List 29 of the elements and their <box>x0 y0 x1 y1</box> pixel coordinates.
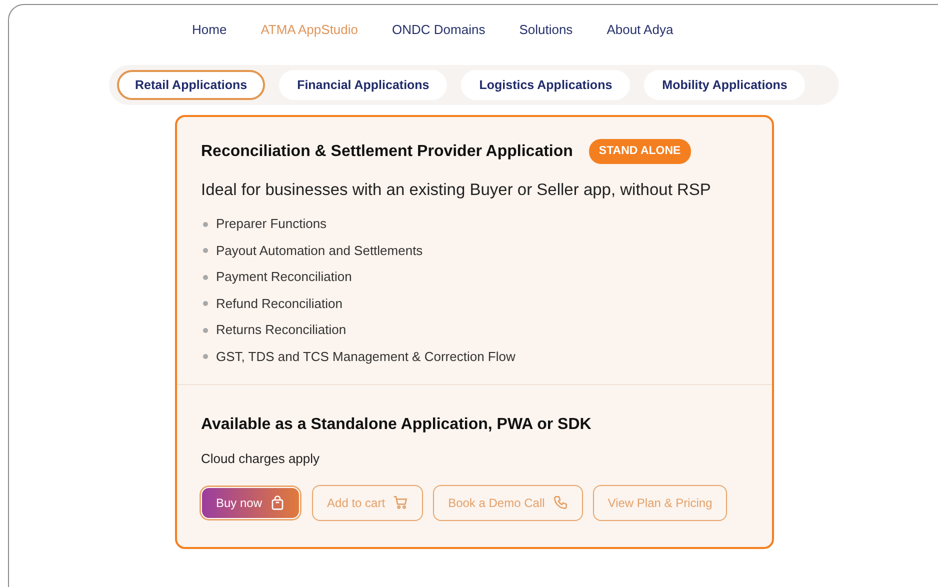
category-tab[interactable]: Logistics Applications <box>461 70 630 100</box>
bullet-icon <box>203 301 208 306</box>
feature-item: Payout Automation and Settlements <box>216 242 423 260</box>
action-button[interactable]: Buy now <box>201 486 300 518</box>
feature-item: Payment Reconciliation <box>216 268 352 286</box>
category-tab[interactable]: Mobility Applications <box>644 70 806 100</box>
category-tab[interactable]: Retail Applications <box>117 70 266 100</box>
cart-icon <box>393 495 408 510</box>
feature-item: Returns Reconciliation <box>216 321 346 339</box>
bullet-icon <box>203 248 208 254</box>
card-subtitle: Ideal for businesses with an existing Buyer or Seller app, without RSP <box>201 180 712 202</box>
bullet-icon <box>203 354 208 360</box>
bullet-icon <box>203 328 208 333</box>
category-tab[interactable]: Financial Applications <box>279 70 448 100</box>
feature-item: GST, TDS and TCS Management & Correction Flow <box>216 348 516 366</box>
cloud-charges-note: Cloud charges apply <box>201 450 321 468</box>
feature-item: Refund Reconciliation <box>216 294 342 312</box>
availability-heading: Available as a Standalone Application, PWA or SDK <box>201 415 592 435</box>
nav-link[interactable]: Solutions <box>519 20 573 55</box>
phone-icon <box>552 495 568 510</box>
stand-alone-badge: STAND ALONE <box>588 139 691 164</box>
bag-icon <box>270 495 286 510</box>
card-title: Reconciliation & Settlement Provider Application <box>201 142 573 162</box>
nav-link[interactable]: ONDC Domains <box>392 20 486 55</box>
nav-link[interactable]: About Adya <box>606 20 674 55</box>
feature-item: Preparer Functions <box>216 215 327 233</box>
bullet-icon <box>203 222 208 227</box>
nav-link[interactable]: Home <box>192 20 227 55</box>
bullet-icon <box>203 274 208 280</box>
